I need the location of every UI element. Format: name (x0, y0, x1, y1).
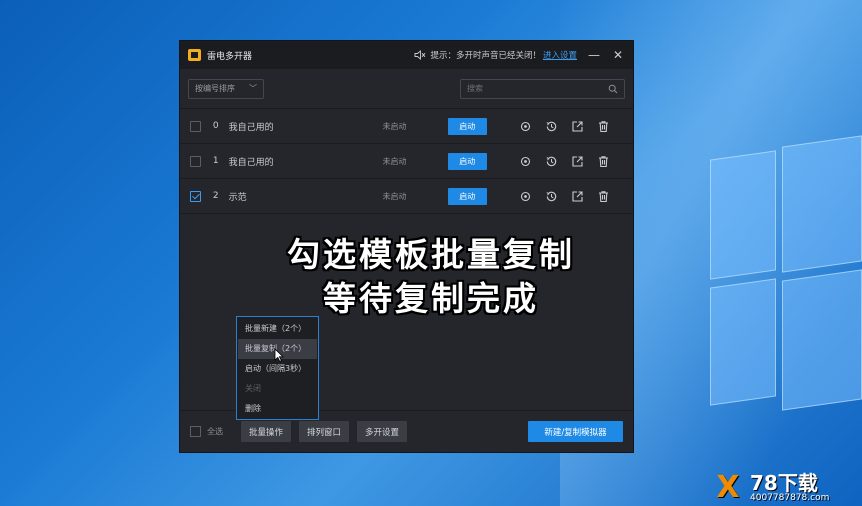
select-all-label: 全选 (207, 427, 223, 436)
row-checkbox[interactable] (190, 155, 201, 167)
new-copy-emulator-button[interactable]: 新建/复制模拟器 (528, 421, 623, 442)
instance-name: 示范 (228, 192, 247, 203)
instance-name: 我自己用的 (228, 157, 274, 168)
search-icon[interactable] (608, 84, 618, 94)
row-checkbox-checked[interactable] (190, 190, 201, 202)
backup-restore-icon[interactable] (545, 155, 558, 168)
list-toolbar: 按编号排序 ﹀ (180, 69, 633, 109)
delete-trash-icon[interactable] (597, 155, 610, 168)
speaker-muted-icon[interactable] (414, 50, 426, 60)
search-input[interactable] (467, 84, 608, 93)
batch-operations-button[interactable]: 批量操作 (241, 421, 292, 442)
row-checkbox[interactable] (190, 120, 201, 132)
delete-trash-icon[interactable] (597, 190, 610, 203)
chevron-down-icon: ﹀ (249, 84, 257, 93)
app-title: 雷电多开器 (207, 51, 253, 62)
watermark-logo: X (716, 470, 740, 505)
select-all-checkbox[interactable] (190, 426, 201, 437)
caption-line-2: 等待复制完成 (323, 279, 539, 318)
row-actions (519, 120, 623, 133)
instance-name: 我自己用的 (228, 122, 274, 133)
instance-index: 0 (212, 121, 219, 131)
watermark-title: 78下载 (750, 470, 818, 495)
backup-restore-icon[interactable] (545, 190, 558, 203)
close-icon[interactable]: ✕ (611, 48, 625, 62)
shortcut-export-icon[interactable] (571, 190, 584, 203)
batch-operations-menu: 批量新建（2个） 批量复制（2个） 启动（间隔3秒） 关闭 删除 (236, 316, 319, 420)
settings-gear-icon[interactable] (519, 155, 532, 168)
settings-gear-icon[interactable] (519, 190, 532, 203)
menu-item-close: 关闭 (245, 384, 261, 393)
delete-trash-icon[interactable] (597, 120, 610, 133)
mouse-pointer-icon (274, 348, 284, 362)
site-watermark: X 78下载 4007787878.com (710, 470, 860, 506)
instance-status: 未启动 (382, 121, 407, 131)
start-button[interactable]: 启动 (447, 187, 487, 205)
minimize-icon[interactable]: — (587, 48, 601, 62)
instance-list: 0 我自己用的 未启动 启动 1 我自己用的 未启动 启动 2 示范 未启动 启… (180, 109, 633, 214)
instance-status: 未启动 (382, 191, 407, 201)
instance-row: 2 示范 未启动 启动 (180, 179, 633, 214)
instance-index: 2 (212, 191, 219, 201)
titlebar: 雷电多开器 提示：多开时声音已经关闭！ 进入设置 — ✕ (180, 41, 633, 69)
sort-label: 按编号排序 (195, 84, 235, 93)
multi-settings-button[interactable]: 多开设置 (357, 421, 408, 442)
caption-line-1: 勾选模板批量复制 (287, 235, 575, 274)
start-button[interactable]: 启动 (447, 152, 487, 170)
arrange-windows-button[interactable]: 排列窗口 (299, 421, 350, 442)
shortcut-export-icon[interactable] (571, 155, 584, 168)
menu-item-batch-new[interactable]: 批量新建（2个） (238, 319, 317, 339)
backup-restore-icon[interactable] (545, 120, 558, 133)
start-button[interactable]: 启动 (447, 117, 487, 135)
watermark-url: 4007787878.com (750, 492, 830, 503)
menu-item-delete[interactable]: 删除 (238, 399, 317, 419)
app-logo-icon (188, 49, 201, 61)
instance-index: 1 (212, 156, 219, 166)
sort-dropdown[interactable]: 按编号排序 ﹀ (188, 78, 264, 99)
instance-row: 1 我自己用的 未启动 启动 (180, 144, 633, 179)
shortcut-export-icon[interactable] (571, 120, 584, 133)
row-actions (519, 155, 623, 168)
search-box[interactable] (460, 78, 625, 99)
sound-hint: 提示：多开时声音已经关闭！ (430, 51, 541, 61)
instance-row: 0 我自己用的 未启动 启动 (180, 109, 633, 144)
row-actions (519, 190, 623, 203)
instance-status: 未启动 (382, 156, 407, 166)
menu-item-start-interval[interactable]: 启动（间隔3秒） (238, 359, 317, 379)
enter-settings-link[interactable]: 进入设置 (543, 49, 577, 61)
settings-gear-icon[interactable] (519, 120, 532, 133)
